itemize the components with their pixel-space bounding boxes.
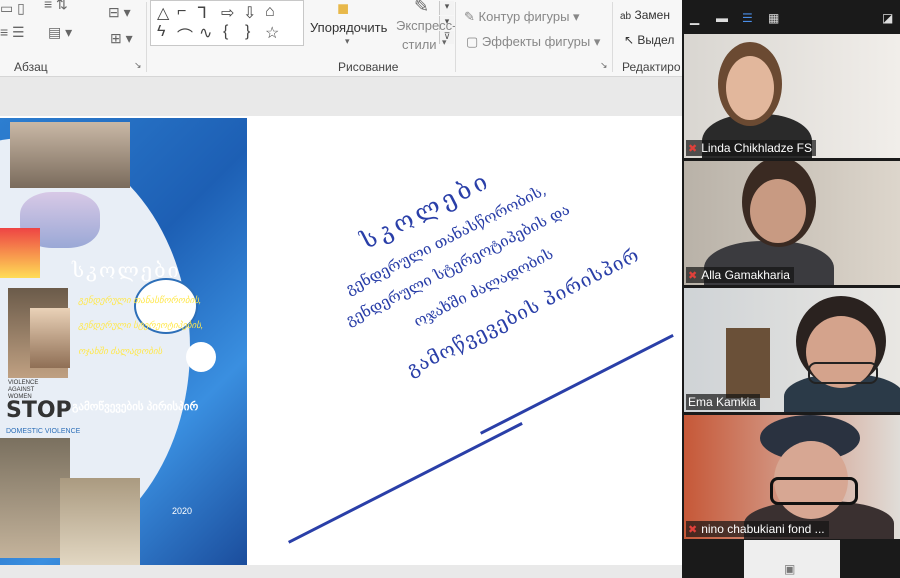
select-label: Выдел <box>637 33 675 47</box>
dialog-launcher-icon[interactable]: ↘ <box>134 60 142 71</box>
cover-subtitle-1: გენდერული თანასწორობის, <box>78 295 202 305</box>
arc-icon[interactable]: ⌒ <box>177 23 193 47</box>
separator <box>612 2 613 72</box>
cursor-icon: ↖ <box>624 33 635 47</box>
quick-styles-button[interactable]: Экспресс- <box>396 18 457 33</box>
right-brace-icon[interactable]: } <box>245 23 250 41</box>
participant-name: Ema Kamkia <box>688 395 757 409</box>
left-brace-icon[interactable]: { <box>223 23 228 41</box>
speaker-view-icon[interactable]: ☰ <box>742 11 753 25</box>
participant-name-tag: Ema Kamkia <box>686 394 761 410</box>
elbow-arrow-icon[interactable]: ᒣ <box>197 3 207 23</box>
video-tile[interactable]: ✖ Alla Gamakharia <box>684 161 900 285</box>
select-button[interactable]: ↖ Выдел <box>624 33 674 47</box>
participant-face <box>726 56 774 120</box>
cover-photo-playground <box>60 478 140 565</box>
participant-name-tag: ✖ nino chabukiani fond ... <box>686 521 829 537</box>
editing-group-label: Редактиро <box>622 60 681 74</box>
participant-name: Alla Gamakharia <box>701 268 790 282</box>
panel-toolbar: ▁ ▬ ☰ ▦ ◪ <box>682 0 900 32</box>
cover-photo-classroom <box>30 308 70 368</box>
replace-label: Замен <box>634 8 670 22</box>
mic-muted-icon: ✖ <box>688 143 698 155</box>
curve-icon[interactable]: ∿ <box>199 23 212 43</box>
video-tile[interactable]: ✖ Linda Chikhladze FS <box>684 34 900 158</box>
replace-button[interactable]: ab Замен <box>620 8 670 22</box>
cover-emblem-icon <box>186 342 216 372</box>
video-tile-partial[interactable]: ▣ <box>744 540 840 578</box>
mic-muted-icon: ✖ <box>688 270 698 282</box>
shape-outline-button[interactable]: ✎ Контур фигуры ▾ <box>464 9 580 25</box>
chevron-down-icon: ▾ <box>345 36 350 46</box>
cover-title: სკოლები <box>72 258 181 282</box>
ribbon: ▭ ▯ ≡ ⇅ ≡ ☰ ▤ ▾ ⊟ ▾ ⊞ ▾ Абзац ↘ △ ⌐ ᒣ ⇨ … <box>0 0 682 77</box>
separator <box>146 2 147 72</box>
minimize-icon[interactable]: ▁ <box>690 11 699 25</box>
quick-styles-icon: ✎ <box>414 0 430 16</box>
participant-name-tag: ✖ Linda Chikhladze FS <box>686 140 816 156</box>
bullet-list-icon[interactable]: ≡ ⇅ <box>44 0 68 13</box>
mic-muted-icon: ✖ <box>688 524 698 536</box>
shape-outline-label: Контур фигуры <box>478 9 570 24</box>
stop-top-line-2: AGAINST <box>8 387 35 393</box>
glasses <box>770 477 858 505</box>
triangle-shape-icon[interactable]: △ <box>157 3 169 23</box>
right-arrow-shape-icon[interactable]: ⇨ <box>221 3 234 23</box>
text-direction-icon[interactable]: ⊟ ▾ <box>108 4 131 21</box>
gallery-view-icon[interactable]: ▦ <box>768 11 779 25</box>
chevron-down-icon: ▾ <box>442 37 447 47</box>
book-cover-image <box>0 118 247 565</box>
stop-top-line-1: VIOLENCE <box>8 380 39 386</box>
columns-icon[interactable]: ▤ ▾ <box>48 24 72 41</box>
star-shape-icon[interactable]: ☆ <box>265 23 279 43</box>
elbow-connector-icon[interactable]: ⌐ <box>177 3 186 21</box>
cover-year: 2020 <box>172 506 193 516</box>
replace-icon: ab <box>620 11 632 22</box>
dialog-launcher-icon[interactable]: ↘ <box>600 60 608 71</box>
camera-off-icon: ▣ <box>784 562 796 576</box>
freeform-icon[interactable]: ϟ <box>157 23 165 41</box>
arrange-button[interactable]: Упорядочить <box>310 20 387 35</box>
gallery-up-icon[interactable]: ▾ <box>439 1 454 15</box>
stop-word: STOP <box>6 398 72 423</box>
video-panel: ▁ ▬ ☰ ▦ ◪ ✖ Linda Chikhladze FS ✖ Alla Gam… <box>682 0 900 578</box>
align-justify-icon[interactable]: ≡ ☰ <box>0 24 25 41</box>
quick-styles-label-2: стили <box>402 37 437 52</box>
down-arrow-shape-icon[interactable]: ⇩ <box>243 3 256 23</box>
video-tile[interactable]: Ema Kamkia <box>684 288 900 412</box>
flowchart-shape-icon[interactable]: ⌂ <box>265 3 275 21</box>
participant-name-tag: ✖ Alla Gamakharia <box>686 267 794 283</box>
cover-subtitle-3: ოჯახში ძალადობის <box>78 346 163 356</box>
cover-photo-flag <box>0 228 40 278</box>
glasses <box>808 362 878 384</box>
bookshelf <box>726 328 770 398</box>
separator <box>455 2 456 72</box>
cover-subtitle-2: გენდერული სტერეოტიპების, <box>78 320 204 330</box>
smartart-icon[interactable]: ⊞ ▾ <box>110 30 133 47</box>
cover-footer: გამოწვევების პირისპირ <box>72 401 199 413</box>
stop-subtitle: DOMESTIC VIOLENCE <box>6 428 81 435</box>
arrange-icon: ■ <box>337 0 350 20</box>
paragraph-group-label: Абзац <box>14 60 48 74</box>
exit-fullscreen-icon[interactable]: ◪ <box>882 11 893 25</box>
participant-face <box>750 179 806 243</box>
participant-name: Linda Chikhladze FS <box>701 141 812 155</box>
drawing-group-label: Рисование <box>338 60 399 74</box>
shape-effects-button[interactable]: ▢ Эффекты фигуры ▾ <box>466 34 600 50</box>
shape-effects-label: Эффекты фигуры <box>481 34 591 49</box>
video-tile[interactable]: ✖ nino chabukiani fond ... <box>684 415 900 539</box>
participant-name: nino chabukiani fond ... <box>701 522 825 536</box>
line-spacing-icon[interactable]: ▭ ▯ <box>0 0 25 17</box>
shapes-gallery[interactable]: △ ⌐ ᒣ ⇨ ⇩ ⌂ ϟ ⌒ ∿ { } ☆ ▾ ▾ ⊽ <box>150 0 454 47</box>
cover-photo-group <box>10 122 130 188</box>
thumbnail-icon[interactable]: ▬ <box>716 11 728 25</box>
